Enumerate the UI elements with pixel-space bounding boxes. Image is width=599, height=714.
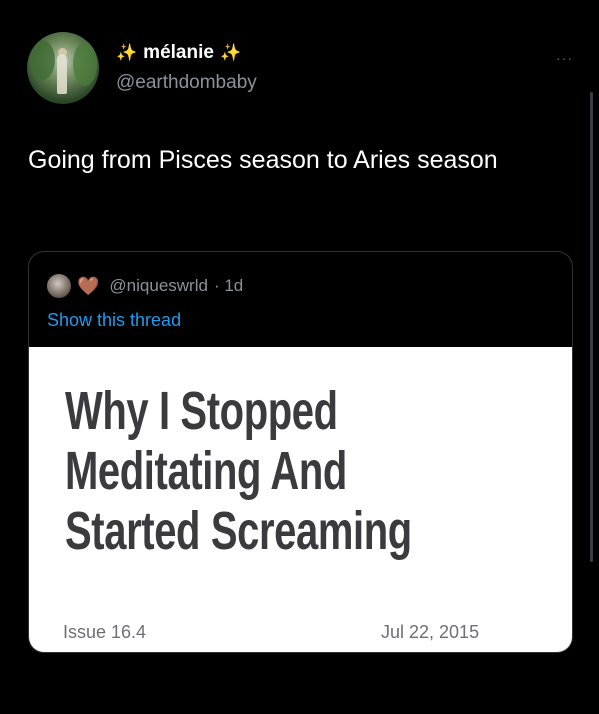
image-headline: Why I Stopped Meditating And Started Scr… [65, 381, 412, 561]
avatar-foliage [73, 42, 97, 86]
scrollbar[interactable] [590, 92, 593, 562]
avatar-foliage [29, 40, 55, 80]
author-avatar[interactable] [27, 32, 99, 104]
quoted-tweet-time: · 1d [213, 276, 244, 295]
image-date-label: Jul 22, 2015 [381, 622, 480, 642]
author-handle[interactable]: @earthdombaby [116, 72, 257, 94]
quoted-author-handle[interactable]: @niqueswrld [109, 276, 208, 296]
quoted-author-avatar[interactable] [47, 274, 71, 298]
tweet-text: Going from Pisces season to Aries season [28, 146, 498, 174]
sparkle-icon: ✨ [116, 43, 138, 62]
image-issue-label: Issue 16.4 [63, 622, 147, 642]
show-thread-link[interactable]: Show this thread [47, 310, 181, 331]
avatar-person [57, 54, 67, 94]
author-name-row[interactable]: ✨ mélanie ✨ [116, 42, 241, 64]
more-options-icon[interactable]: ··· [556, 50, 573, 66]
brown-heart-icon: 🤎 [77, 276, 100, 296]
sparkle-icon: ✨ [219, 43, 242, 62]
quoted-tweet-header: 🤎 @niqueswrld · 1d [47, 274, 243, 298]
quoted-tweet[interactable]: 🤎 @niqueswrld · 1d Show this thread Why … [28, 251, 573, 653]
quoted-tweet-image[interactable]: Why I Stopped Meditating And Started Scr… [29, 347, 572, 652]
author-name[interactable]: mélanie [143, 42, 214, 64]
